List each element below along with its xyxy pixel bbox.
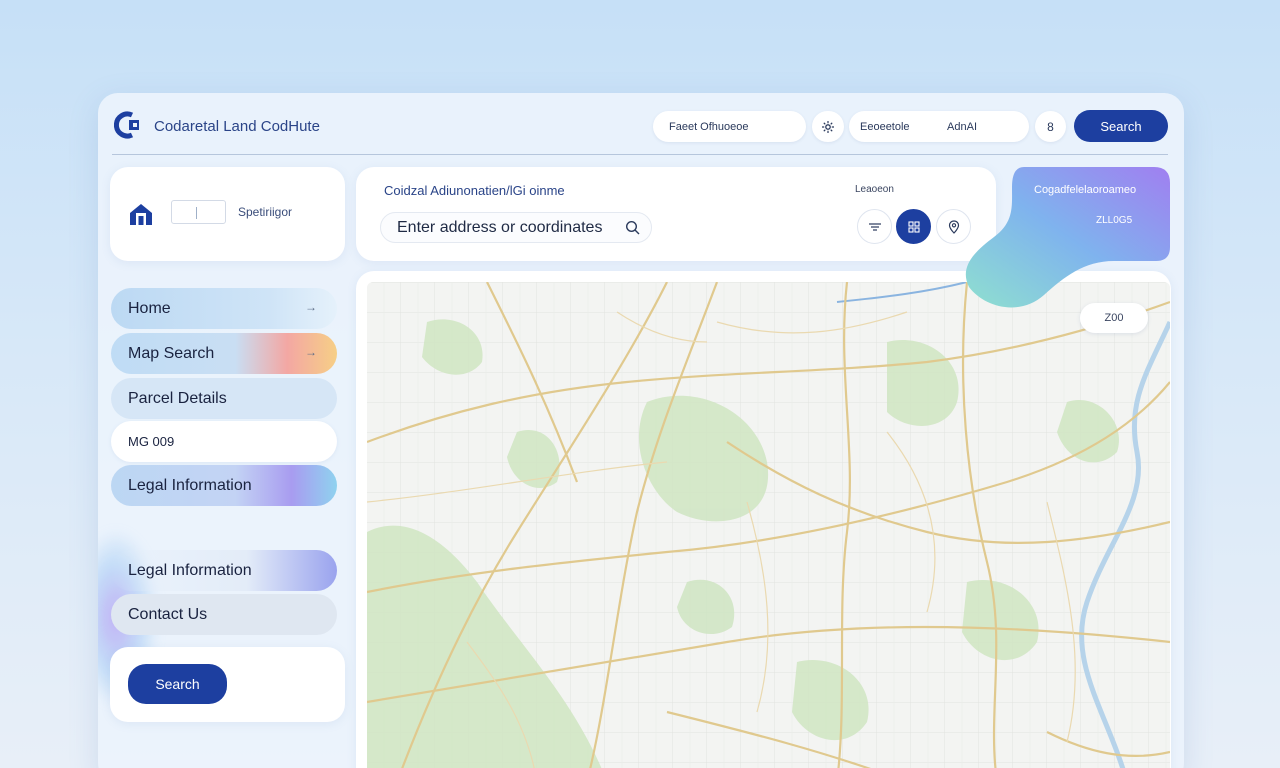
gradient-card-title: Cogadfelelaoroameo: [1034, 184, 1137, 196]
header-search-button[interactable]: Search: [1074, 110, 1168, 142]
app-window: Codaretal Land CodHute Faeet Ofhuoeoe Ee…: [98, 93, 1184, 768]
sidebar-item-label: Contact Us: [128, 605, 208, 623]
home-icon: [130, 204, 152, 225]
sidebar-input[interactable]: [171, 200, 226, 224]
search-card: Coidzal Adiunonatien/lGi oinme Leaoeon E…: [356, 167, 996, 261]
header-divider: [112, 154, 1168, 155]
sidebar-item-legal-information[interactable]: Legal Information: [111, 465, 337, 506]
header-pill-filter[interactable]: Faeet Ofhuoeoe: [653, 111, 806, 142]
settings-button[interactable]: [812, 111, 844, 142]
header-pill-left-label: Eeoeetole: [860, 120, 910, 133]
sidebar-bottom-card: Search: [110, 647, 345, 722]
sidebar-item-label: Map Search: [128, 344, 215, 362]
search-icon: [625, 220, 640, 235]
map-zoom-label: Z00: [1104, 312, 1124, 324]
header-pill-account[interactable]: Eeoeetole AdnAI: [849, 111, 1029, 142]
sidebar-item-home[interactable]: Home →: [111, 288, 337, 329]
sidebar-search-button[interactable]: Search: [128, 664, 227, 704]
header-pill-label: Faeet Ofhuoeoe: [669, 120, 749, 133]
notification-count: 8: [1047, 119, 1054, 134]
search-placeholder: Enter address or coordinates: [397, 218, 603, 236]
grid-icon: [907, 220, 920, 233]
sidebar-item-contact-us[interactable]: Contact Us: [111, 594, 337, 635]
sidebar-item-label: MG 009: [128, 434, 175, 449]
map-canvas: [367, 282, 1170, 768]
arrow-right-icon: →: [305, 345, 317, 359]
sidebar-top-card: Spetiriigor: [110, 167, 345, 261]
sidebar-item-label: Legal Information: [128, 561, 252, 579]
sidebar-item-label: Legal Information: [128, 476, 252, 494]
sidebar-item-code[interactable]: MG 009: [111, 421, 337, 462]
sidebar-item-map-search[interactable]: Map Search →: [111, 333, 337, 374]
logo-icon: [114, 111, 139, 139]
address-search-input[interactable]: Enter address or coordinates: [380, 212, 652, 243]
grid-view-button[interactable]: [896, 209, 931, 244]
gradient-card-value: ZLL0G5: [1096, 215, 1133, 226]
sidebar-item-label: Home: [128, 299, 171, 317]
search-card-title: Coidzal Adiunonatien/lGi oinme: [384, 183, 565, 198]
land-map[interactable]: [367, 282, 1170, 768]
notification-count-button[interactable]: 8: [1035, 111, 1066, 142]
filter-button[interactable]: [857, 209, 892, 244]
input-cursor: [196, 207, 197, 219]
filter-icon: [868, 222, 881, 231]
pin-icon: [948, 219, 959, 234]
sidebar-item-parcel-details[interactable]: Parcel Details: [111, 378, 337, 419]
search-card-meta: Leaoeon: [855, 184, 894, 195]
sidebar-item-label: Parcel Details: [128, 389, 227, 407]
header-pill-right-label: AdnAI: [947, 120, 977, 133]
sidebar-top-label: Spetiriigor: [238, 205, 293, 219]
sidebar-item-legal-information-secondary[interactable]: Legal Information: [111, 550, 337, 591]
app-title: Codaretal Land CodHute: [154, 118, 320, 135]
arrow-right-icon: →: [305, 300, 317, 314]
settings-icon: [822, 120, 834, 133]
